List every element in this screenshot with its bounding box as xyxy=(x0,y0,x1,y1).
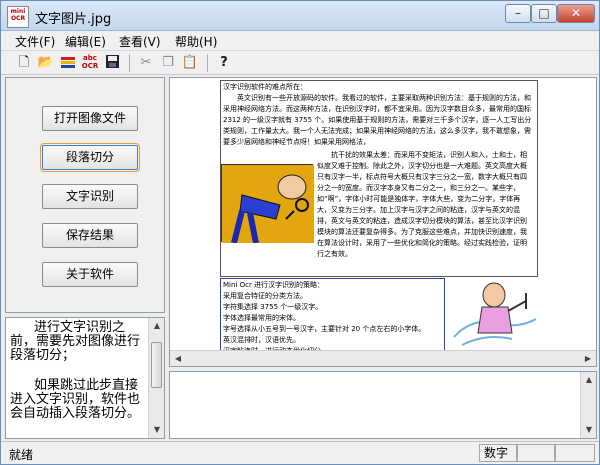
close-button[interactable]: ✕ xyxy=(557,4,595,23)
status-cell xyxy=(555,444,595,462)
segment-paragraph-button[interactable]: 段落切分 xyxy=(40,143,140,172)
scroll-down-icon[interactable]: ▼ xyxy=(149,422,164,438)
help-icon[interactable]: ? xyxy=(215,54,233,72)
scroll-right-icon[interactable]: ▶ xyxy=(580,351,596,366)
hint-text-pane[interactable]: 进行文字识别之前，需要先对图像进行段落切分； 如果跳过此步直接进入文字识别，软件… xyxy=(5,317,165,439)
about-button[interactable]: 关于软件 xyxy=(42,262,138,287)
maximize-button[interactable]: □ xyxy=(531,4,557,23)
paste-icon[interactable]: 📋 xyxy=(181,54,199,72)
save-icon[interactable] xyxy=(103,54,121,72)
result-vertical-scrollbar[interactable]: ▲ ▼ xyxy=(580,372,596,438)
strategy-line: 字符集选择 3755 个一级汉字。 xyxy=(223,303,323,311)
menu-bar: 文件(F) 编辑(E) 查看(V) 帮助(H) xyxy=(1,31,599,51)
scroll-down-icon[interactable]: ▼ xyxy=(581,422,597,438)
image-preview-pane[interactable]: 汉字识别软件的难点所在： 英文识别有一些开放源码的软件。我看过的软件，主要采取两… xyxy=(169,77,597,367)
menu-view[interactable]: 查看(V) xyxy=(119,33,161,50)
status-mode: 数字 xyxy=(479,444,517,462)
text-block-1[interactable]: 汉字识别软件的难点所在： 英文识别有一些开放源码的软件。我看过的软件，主要采取两… xyxy=(220,80,538,277)
cartoon-illustration xyxy=(450,278,538,348)
open-image-button[interactable]: 打开图像文件 xyxy=(42,106,138,131)
toolbar-separator xyxy=(207,54,208,72)
menu-file[interactable]: 文件(F) xyxy=(15,33,55,50)
recognize-text-button[interactable]: 文字识别 xyxy=(42,184,138,209)
strategy-line: Mini Ocr 进行汉字识别的策略： xyxy=(223,281,325,289)
scroll-up-icon[interactable]: ▲ xyxy=(581,372,597,388)
ocr-icon[interactable]: abc OCR xyxy=(81,54,99,72)
action-panel: 打开图像文件 段落切分 文字识别 保存结果 关于软件 xyxy=(5,77,165,313)
strategy-line: 字体选择最常用的宋体。 xyxy=(223,314,300,322)
figure-illustration xyxy=(221,164,314,244)
block-paragraph-1: 英文识别有一些开放源码的软件。我看过的软件，主要采取两种识别方法：基于规则的方法… xyxy=(223,94,532,146)
document-image: 汉字识别软件的难点所在： 英文识别有一些开放源码的软件。我看过的软件，主要采取两… xyxy=(220,80,538,366)
block-paragraph-2: 抗干扰的效果太差：而采用不变矩法，识别人和入，土和士，相似度又难于控制。除此之外… xyxy=(317,151,527,258)
scan-icon[interactable] xyxy=(59,54,77,72)
scroll-left-icon[interactable]: ◀ xyxy=(170,351,186,366)
hint-paragraph-2: 如果跳过此步直接进入文字识别，软件也会自动插入段落切分。 xyxy=(10,378,141,421)
toolbar-separator xyxy=(129,54,130,72)
result-text-pane[interactable]: ▲ ▼ xyxy=(169,371,597,439)
title-bar[interactable]: mini OCR 文字图片.jpg – □ ✕ xyxy=(1,1,599,31)
status-cell xyxy=(517,444,555,462)
vertical-scrollbar[interactable]: ▲ ▼ xyxy=(148,318,164,438)
menu-help[interactable]: 帮助(H) xyxy=(175,33,217,50)
toolbar: 🗋 📂 abc OCR ✂ ❐ 📋 ? xyxy=(1,51,599,75)
main-window: mini OCR 文字图片.jpg – □ ✕ 文件(F) 编辑(E) 查看(V)… xyxy=(0,0,600,465)
strategy-line: 字号选择从小五号到一号汉字，主要针对 20 个点左右的小字体。 xyxy=(223,325,426,333)
strategy-line: 英汉混排时，汉语优先。 xyxy=(223,336,300,344)
save-result-button[interactable]: 保存结果 xyxy=(42,223,138,248)
cut-icon[interactable]: ✂ xyxy=(137,54,155,72)
hint-paragraph-1: 进行文字识别之前，需要先对图像进行段落切分； xyxy=(10,320,141,363)
status-bar: 就绪 数字 xyxy=(1,441,599,464)
horizontal-scrollbar[interactable]: ◀ ▶ xyxy=(170,350,596,366)
status-text: 就绪 xyxy=(9,448,34,462)
scrollbar-thumb[interactable] xyxy=(151,342,162,388)
menu-edit[interactable]: 编辑(E) xyxy=(65,33,106,50)
scroll-up-icon[interactable]: ▲ xyxy=(149,318,164,334)
open-folder-icon[interactable]: 📂 xyxy=(37,54,55,72)
block-title: 汉字识别软件的难点所在： xyxy=(223,83,307,91)
strategy-line: 采用复合特征的分类方法。 xyxy=(223,292,307,300)
window-title: 文字图片.jpg xyxy=(35,12,112,27)
minimize-button[interactable]: – xyxy=(505,4,531,23)
new-file-icon[interactable]: 🗋 xyxy=(15,54,33,72)
copy-icon[interactable]: ❐ xyxy=(159,54,177,72)
app-logo-icon: mini OCR xyxy=(7,6,29,28)
